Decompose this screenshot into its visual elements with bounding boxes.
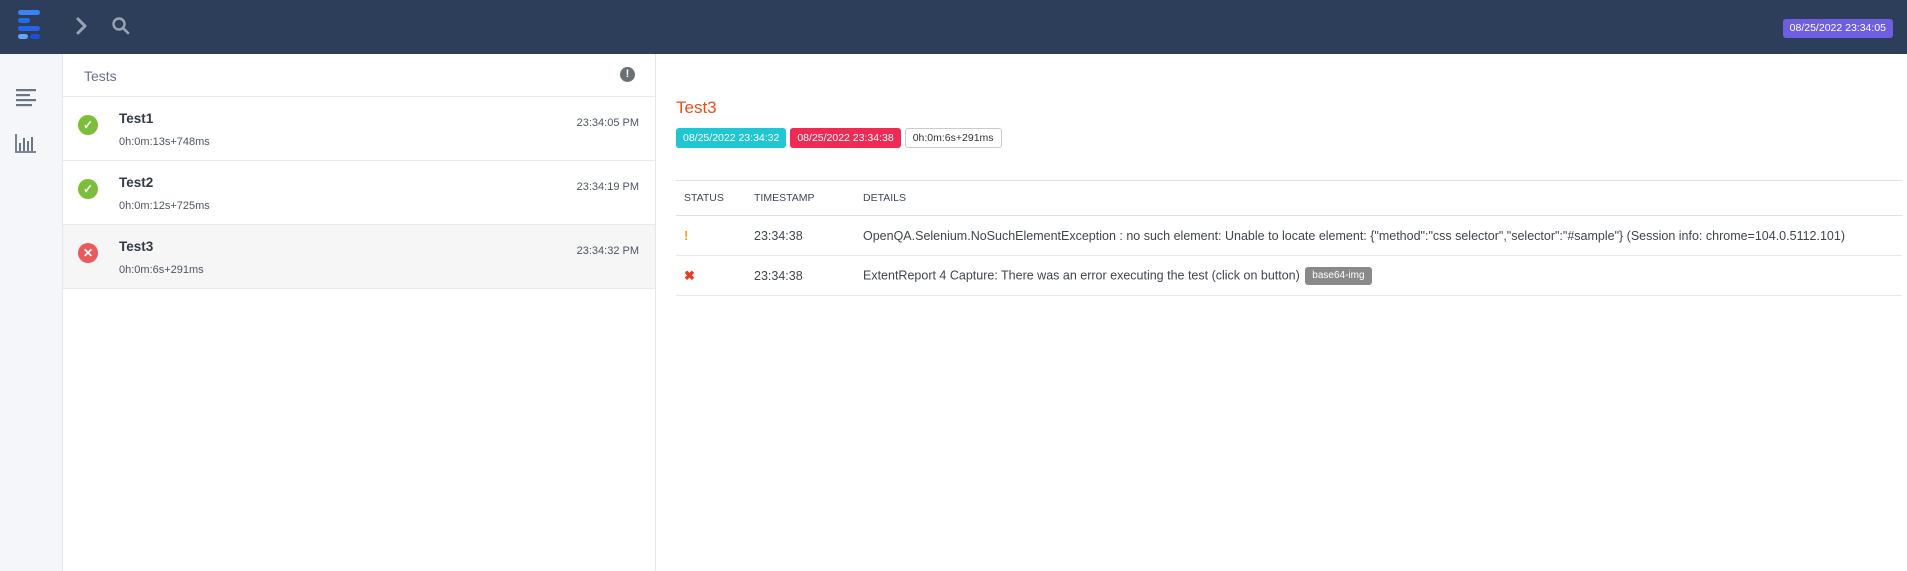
log-details: ExtentReport 4 Capture: There was an err… xyxy=(863,267,1300,282)
test-time: 23:34:05 PM xyxy=(576,117,639,129)
test-name: Test2 xyxy=(119,175,154,190)
fail-x-icon: ✕ xyxy=(78,243,98,263)
log-timestamp: 23:34:38 xyxy=(746,215,855,256)
duration-badge: 0h:0m:6s+291ms xyxy=(904,128,1002,148)
report-date-badge: 08/25/2022 23:34:05 xyxy=(1782,19,1893,38)
test-time: 23:34:32 PM xyxy=(576,245,639,257)
test-duration: 0h:0m:6s+291ms xyxy=(119,264,204,276)
test-item-test3[interactable]: ✕ Test3 0h:0m:6s+291ms 23:34:32 PM xyxy=(63,225,655,289)
log-details: OpenQA.Selenium.NoSuchElementException :… xyxy=(855,215,1902,256)
warning-icon: ! xyxy=(684,228,689,243)
detail-test-title: Test3 xyxy=(676,98,717,117)
fail-x-icon: ✖ xyxy=(684,267,695,283)
list-view-icon[interactable] xyxy=(14,86,38,108)
start-time-badge: 08/25/2022 23:34:32 xyxy=(676,128,787,148)
log-timestamp: 23:34:38 xyxy=(746,255,855,296)
log-table: STATUS TIMESTAMP DETAILS ! 23:34:38 Open… xyxy=(676,180,1902,296)
details-column-header: DETAILS xyxy=(855,180,1902,216)
test-item-test1[interactable]: ✓ Test1 0h:0m:13s+748ms 23:34:05 PM xyxy=(63,97,655,161)
test-item-test2[interactable]: ✓ Test2 0h:0m:12s+725ms 23:34:19 PM xyxy=(63,161,655,225)
log-row: ✖ 23:34:38 ExtentReport 4 Capture: There… xyxy=(676,255,1902,296)
log-table-header: STATUS TIMESTAMP DETAILS xyxy=(676,180,1902,216)
test-duration: 0h:0m:12s+725ms xyxy=(119,200,210,212)
tests-list-panel: Tests ! ✓ Test1 0h:0m:13s+748ms 23:34:05… xyxy=(63,54,656,571)
pass-check-icon: ✓ xyxy=(78,115,98,135)
top-navbar: 08/25/2022 23:34:05 xyxy=(0,0,1907,54)
chevron-right-icon[interactable] xyxy=(74,16,90,36)
test-name: Test3 xyxy=(119,239,154,254)
bar-chart-icon[interactable] xyxy=(14,132,38,154)
test-name: Test1 xyxy=(119,111,154,126)
extent-logo[interactable] xyxy=(14,8,44,44)
log-row: ! 23:34:38 OpenQA.Selenium.NoSuchElement… xyxy=(676,215,1902,256)
side-rail xyxy=(0,54,63,571)
tests-list-title: Tests xyxy=(84,68,117,84)
tests-list-header: Tests ! xyxy=(63,54,655,97)
status-column-header: STATUS xyxy=(676,180,746,216)
detail-badges: 08/25/2022 23:34:32 08/25/2022 23:34:38 … xyxy=(676,128,1002,148)
test-time: 23:34:19 PM xyxy=(576,181,639,193)
search-icon[interactable] xyxy=(111,16,131,36)
pass-check-icon: ✓ xyxy=(78,179,98,199)
test-detail-panel: Test3 08/25/2022 23:34:32 08/25/2022 23:… xyxy=(657,54,1907,571)
end-time-badge: 08/25/2022 23:34:38 xyxy=(790,128,901,148)
info-icon[interactable]: ! xyxy=(620,67,635,82)
base64-img-link[interactable]: base64-img xyxy=(1305,266,1372,285)
test-duration: 0h:0m:13s+748ms xyxy=(119,136,210,148)
timestamp-column-header: TIMESTAMP xyxy=(746,180,855,216)
